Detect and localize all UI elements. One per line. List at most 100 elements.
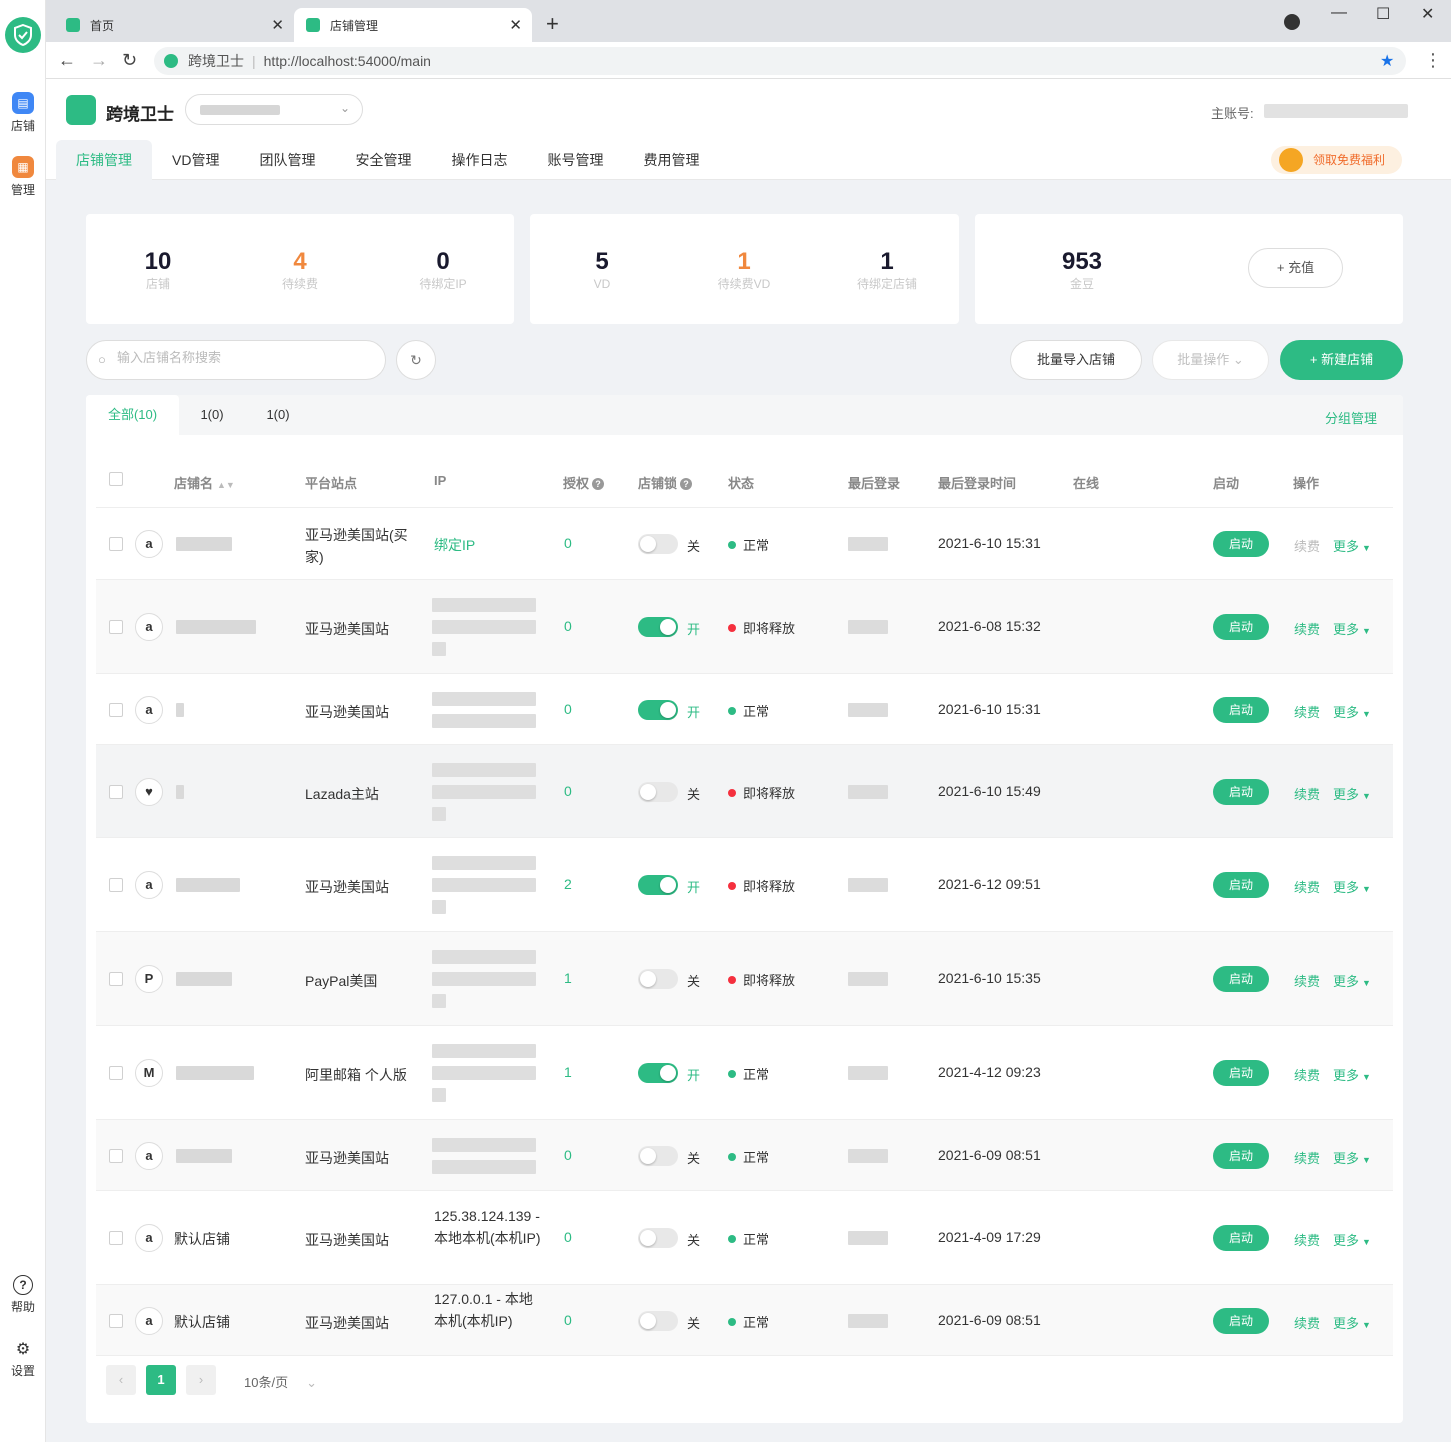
browser-menu-icon[interactable]: ⋮ xyxy=(1424,50,1442,71)
auth-count[interactable]: 0 xyxy=(564,783,572,799)
nav-tab-security[interactable]: 安全管理 xyxy=(335,140,431,180)
new-tab-button[interactable]: + xyxy=(546,11,559,37)
batch-actions-dropdown[interactable]: 批量操作 ⌄ xyxy=(1152,340,1269,380)
auth-count[interactable]: 0 xyxy=(564,1312,572,1328)
start-button[interactable]: 启动 xyxy=(1213,1142,1269,1169)
minimize-icon[interactable]: — xyxy=(1331,4,1347,22)
more-dropdown[interactable]: 更多 ▼ xyxy=(1333,619,1371,638)
table-row[interactable]: a 亚马逊美国站(买家) 绑定IP 0 关 正常 2021-6-10 15:31 启动 续费 更多… xyxy=(96,508,1393,580)
more-dropdown[interactable]: 更多 ▼ xyxy=(1333,536,1371,555)
store-lock-toggle[interactable] xyxy=(638,969,678,989)
stat-vd[interactable]: 5 VD xyxy=(542,248,662,292)
more-dropdown[interactable]: 更多 ▼ xyxy=(1333,877,1371,896)
group-manage-link[interactable]: 分组管理 xyxy=(1325,408,1377,427)
renew-link[interactable]: 续费 xyxy=(1294,536,1320,555)
row-checkbox[interactable] xyxy=(109,702,123,717)
reload-icon[interactable]: ↻ xyxy=(122,50,137,71)
renew-link[interactable]: 续费 xyxy=(1294,1065,1320,1084)
start-button[interactable]: 启动 xyxy=(1213,778,1269,805)
renew-link[interactable]: 续费 xyxy=(1294,702,1320,721)
auth-count[interactable]: 0 xyxy=(564,701,572,717)
more-dropdown[interactable]: 更多 ▼ xyxy=(1333,971,1371,990)
store-lock-toggle[interactable] xyxy=(638,1310,678,1331)
table-row[interactable]: ♥ Lazada主站 0 关 即将释放 2021-6-10 15:49 启动 续费 更多 ▼ xyxy=(96,745,1393,838)
stat-pending-renewal[interactable]: 4 待续费 xyxy=(240,248,360,292)
row-checkbox[interactable] xyxy=(109,1066,123,1080)
nav-tab-accounts[interactable]: 账号管理 xyxy=(527,140,623,180)
close-icon[interactable]: ✕ xyxy=(509,16,522,34)
renew-link[interactable]: 续费 xyxy=(1294,1313,1320,1332)
col-store-name[interactable]: 店铺名 ▲▼ xyxy=(174,473,235,492)
row-checkbox[interactable] xyxy=(109,878,123,892)
rail-item-settings[interactable]: ⚙ 设置 xyxy=(0,1339,46,1379)
renew-link[interactable]: 续费 xyxy=(1294,784,1320,803)
bind-ip-link[interactable]: 绑定IP xyxy=(434,535,475,555)
more-dropdown[interactable]: 更多 ▼ xyxy=(1333,1065,1371,1084)
more-dropdown[interactable]: 更多 ▼ xyxy=(1333,1230,1371,1249)
row-checkbox[interactable] xyxy=(109,972,123,986)
row-checkbox[interactable] xyxy=(109,1231,123,1245)
row-checkbox[interactable] xyxy=(109,537,123,551)
renew-link[interactable]: 续费 xyxy=(1294,1230,1320,1249)
more-dropdown[interactable]: 更多 ▼ xyxy=(1333,1313,1371,1332)
group-tab-all[interactable]: 全部(10) xyxy=(86,395,179,435)
store-lock-toggle[interactable] xyxy=(638,781,678,802)
prev-page-button[interactable]: ‹ xyxy=(106,1365,136,1395)
store-lock-toggle[interactable] xyxy=(638,534,678,554)
browser-tab-store[interactable]: 店铺管理 ✕ xyxy=(294,8,532,42)
account-select[interactable]: ⌄ xyxy=(185,94,363,125)
rail-item-store[interactable]: ▤ 店铺 xyxy=(0,92,46,134)
nav-tab-stores[interactable]: 店铺管理 xyxy=(56,140,152,180)
url-field[interactable]: 跨境卫士 | http://localhost:54000/main xyxy=(154,47,1406,75)
table-row[interactable]: M 阿里邮箱 个人版 1 开 正常 2021-4-12 09:23 启动 续费 更多 ▼ xyxy=(96,1026,1393,1120)
rail-item-help[interactable]: ? 帮助 xyxy=(0,1275,46,1315)
refresh-button[interactable]: ↻ xyxy=(396,340,436,380)
row-checkbox[interactable] xyxy=(109,784,123,799)
table-row[interactable]: a 亚马逊美国站 0 开 即将释放 2021-6-08 15:32 启动 续费 更多 ▼ xyxy=(96,580,1393,674)
start-button[interactable]: 启动 xyxy=(1213,1225,1269,1251)
start-button[interactable]: 启动 xyxy=(1213,1060,1269,1086)
group-tab-2[interactable]: 1(0) xyxy=(250,395,306,435)
profile-icon[interactable] xyxy=(1284,14,1300,30)
store-lock-toggle[interactable] xyxy=(638,617,678,637)
nav-tab-vd[interactable]: VD管理 xyxy=(152,140,239,180)
stat-pending-ip[interactable]: 0 待绑定IP xyxy=(383,248,503,292)
next-page-button[interactable]: › xyxy=(186,1365,216,1395)
window-close-icon[interactable]: ✕ xyxy=(1421,4,1434,24)
renew-link[interactable]: 续费 xyxy=(1294,1148,1320,1167)
row-checkbox[interactable] xyxy=(109,1148,123,1163)
table-row[interactable]: a 默认店铺 亚马逊美国站 125.38.124.139 - 本地本机(本机IP) 0 关… xyxy=(96,1191,1393,1285)
auth-count[interactable]: 0 xyxy=(564,618,572,634)
store-search-input[interactable] xyxy=(117,350,367,365)
rail-item-manage[interactable]: ▦ 管理 xyxy=(0,156,46,198)
more-dropdown[interactable]: 更多 ▼ xyxy=(1333,784,1371,803)
help-icon[interactable]: ? xyxy=(680,478,693,490)
table-row[interactable]: a 亚马逊美国站 0 关 正常 2021-6-09 08:51 启动 续费 更多 ▼ xyxy=(96,1120,1393,1191)
start-button[interactable]: 启动 xyxy=(1213,966,1269,992)
table-row[interactable]: a 亚马逊美国站 0 开 正常 2021-6-10 15:31 启动 续费 更多 ▼ xyxy=(96,674,1393,745)
browser-tab-home[interactable]: 首页 ✕ xyxy=(54,8,294,42)
select-all-checkbox[interactable] xyxy=(109,472,123,486)
row-checkbox[interactable] xyxy=(109,620,123,634)
stat-vd-pending-renewal[interactable]: 1 待续费VD xyxy=(684,248,804,292)
nav-tab-logs[interactable]: 操作日志 xyxy=(431,140,527,180)
close-icon[interactable]: ✕ xyxy=(271,16,284,34)
store-lock-toggle[interactable] xyxy=(638,1228,678,1248)
back-icon[interactable]: ← xyxy=(58,50,76,71)
store-lock-toggle[interactable] xyxy=(638,875,678,895)
create-store-button[interactable]: + 新建店铺 xyxy=(1280,340,1403,380)
auth-count[interactable]: 1 xyxy=(564,970,572,986)
more-dropdown[interactable]: 更多 ▼ xyxy=(1333,702,1371,721)
auth-count[interactable]: 0 xyxy=(564,1229,572,1245)
group-tab-1[interactable]: 1(0) xyxy=(184,395,240,435)
help-icon[interactable]: ? xyxy=(592,478,605,490)
start-button[interactable]: 启动 xyxy=(1213,531,1269,557)
store-lock-toggle[interactable] xyxy=(638,699,678,720)
auth-count[interactable]: 0 xyxy=(564,1147,572,1163)
store-lock-toggle[interactable] xyxy=(638,1145,678,1166)
renew-link[interactable]: 续费 xyxy=(1294,971,1320,990)
start-button[interactable]: 启动 xyxy=(1213,1307,1269,1334)
row-checkbox[interactable] xyxy=(109,1313,123,1328)
nav-tab-billing[interactable]: 费用管理 xyxy=(623,140,719,180)
free-benefits-button[interactable]: 领取免费福利 xyxy=(1271,146,1402,174)
